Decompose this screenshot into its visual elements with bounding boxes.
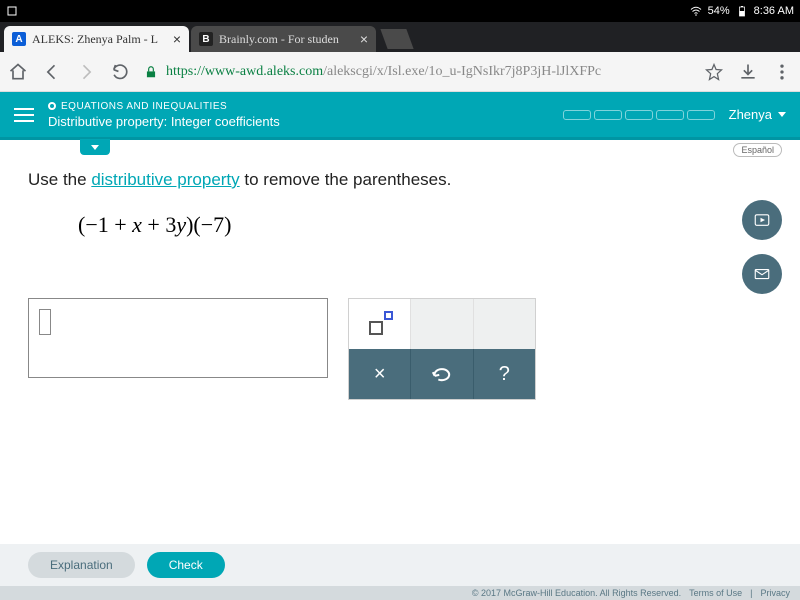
battery-icon bbox=[736, 5, 748, 17]
explanation-button[interactable]: Explanation bbox=[28, 552, 135, 578]
glossary-link[interactable]: distributive property bbox=[91, 170, 239, 189]
input-cursor bbox=[39, 309, 51, 335]
battery-percent: 54% bbox=[708, 5, 730, 17]
undo-button[interactable] bbox=[411, 349, 473, 399]
privacy-link[interactable]: Privacy bbox=[760, 588, 790, 598]
math-toolbox: × ? bbox=[348, 298, 536, 400]
menu-icon[interactable] bbox=[14, 108, 34, 122]
play-icon bbox=[753, 211, 771, 229]
mail-icon bbox=[753, 265, 771, 283]
bookmark-star-icon[interactable] bbox=[704, 62, 724, 82]
progress-segment bbox=[563, 110, 591, 120]
problem-area: Use the distributive property to remove … bbox=[0, 160, 800, 500]
progress-indicator bbox=[563, 110, 715, 120]
toolbox-empty-cell bbox=[411, 299, 473, 349]
expand-header-button[interactable] bbox=[80, 139, 110, 155]
exponent-icon bbox=[369, 313, 391, 335]
chevron-down-icon bbox=[91, 145, 99, 150]
tab-title: Brainly.com - For studen bbox=[219, 32, 354, 47]
subheader: Español bbox=[0, 140, 800, 160]
tab-title: ALEKS: Zhenya Palm - L bbox=[32, 32, 167, 47]
undo-icon bbox=[431, 363, 453, 385]
page-footer: © 2017 McGraw-Hill Education. All Rights… bbox=[0, 586, 800, 600]
user-menu[interactable]: Zhenya bbox=[729, 107, 786, 122]
download-icon[interactable] bbox=[738, 62, 758, 82]
toolbox-empty-cell bbox=[474, 299, 535, 349]
instr-prefix: Use the bbox=[28, 170, 91, 189]
new-tab-button[interactable] bbox=[380, 29, 413, 49]
math-expression: (−1 + x + 3y)(−7) bbox=[78, 212, 772, 238]
close-tab-icon[interactable]: × bbox=[360, 31, 368, 47]
progress-segment bbox=[687, 110, 715, 120]
app-header: EQUATIONS AND INEQUALITIES Distributive … bbox=[0, 92, 800, 140]
notification-icon bbox=[6, 5, 18, 17]
instruction-text: Use the distributive property to remove … bbox=[28, 170, 772, 190]
browser-tab-aleks[interactable]: A ALEKS: Zhenya Palm - L × bbox=[4, 26, 189, 52]
browser-address-bar: https://www-awd.aleks.com/alekscgi/x/Isl… bbox=[0, 52, 800, 92]
clear-button[interactable]: × bbox=[349, 349, 411, 399]
language-toggle[interactable]: Español bbox=[733, 143, 782, 157]
instr-suffix: to remove the parentheses. bbox=[240, 170, 452, 189]
reload-icon[interactable] bbox=[110, 62, 130, 82]
url-host: https://www-awd.aleks.com bbox=[166, 64, 323, 79]
copyright-text: © 2017 McGraw-Hill Education. All Rights… bbox=[472, 588, 681, 598]
user-name: Zhenya bbox=[729, 107, 772, 122]
message-instructor-button[interactable] bbox=[742, 254, 782, 294]
device-status-bar: 54% 8:36 AM bbox=[0, 0, 800, 22]
favicon-aleks: A bbox=[12, 32, 26, 46]
help-button[interactable]: ? bbox=[474, 349, 535, 399]
action-bar: Explanation Check bbox=[0, 544, 800, 586]
browser-tab-brainly[interactable]: B Brainly.com - For studen × bbox=[191, 26, 376, 52]
favicon-brainly: B bbox=[199, 32, 213, 46]
breadcrumb-dot-icon bbox=[48, 102, 56, 110]
status-left bbox=[6, 5, 18, 17]
url-path: /alekscgi/x/Isl.exe/1o_u-IgNsIkr7j8P3jH-… bbox=[323, 64, 601, 79]
wifi-icon bbox=[690, 5, 702, 17]
forward-icon[interactable] bbox=[76, 62, 96, 82]
check-button[interactable]: Check bbox=[147, 552, 225, 578]
lock-icon bbox=[144, 65, 158, 79]
chevron-down-icon bbox=[778, 112, 786, 117]
clock: 8:36 AM bbox=[754, 5, 794, 17]
terms-link[interactable]: Terms of Use bbox=[689, 588, 742, 598]
page-title: Distributive property: Integer coefficie… bbox=[48, 114, 549, 129]
url-field[interactable]: https://www-awd.aleks.com/alekscgi/x/Isl… bbox=[144, 64, 690, 80]
browser-tab-strip: A ALEKS: Zhenya Palm - L × B Brainly.com… bbox=[0, 22, 800, 52]
video-help-button[interactable] bbox=[742, 200, 782, 240]
close-tab-icon[interactable]: × bbox=[173, 31, 181, 47]
answer-input[interactable] bbox=[28, 298, 328, 378]
progress-segment bbox=[625, 110, 653, 120]
back-icon[interactable] bbox=[42, 62, 62, 82]
progress-segment bbox=[594, 110, 622, 120]
home-icon[interactable] bbox=[8, 62, 28, 82]
exponent-tool-button[interactable] bbox=[349, 299, 411, 349]
kebab-menu-icon[interactable] bbox=[772, 62, 792, 82]
progress-segment bbox=[656, 110, 684, 120]
breadcrumb-text: EQUATIONS AND INEQUALITIES bbox=[61, 101, 227, 112]
breadcrumb: EQUATIONS AND INEQUALITIES bbox=[48, 101, 549, 112]
